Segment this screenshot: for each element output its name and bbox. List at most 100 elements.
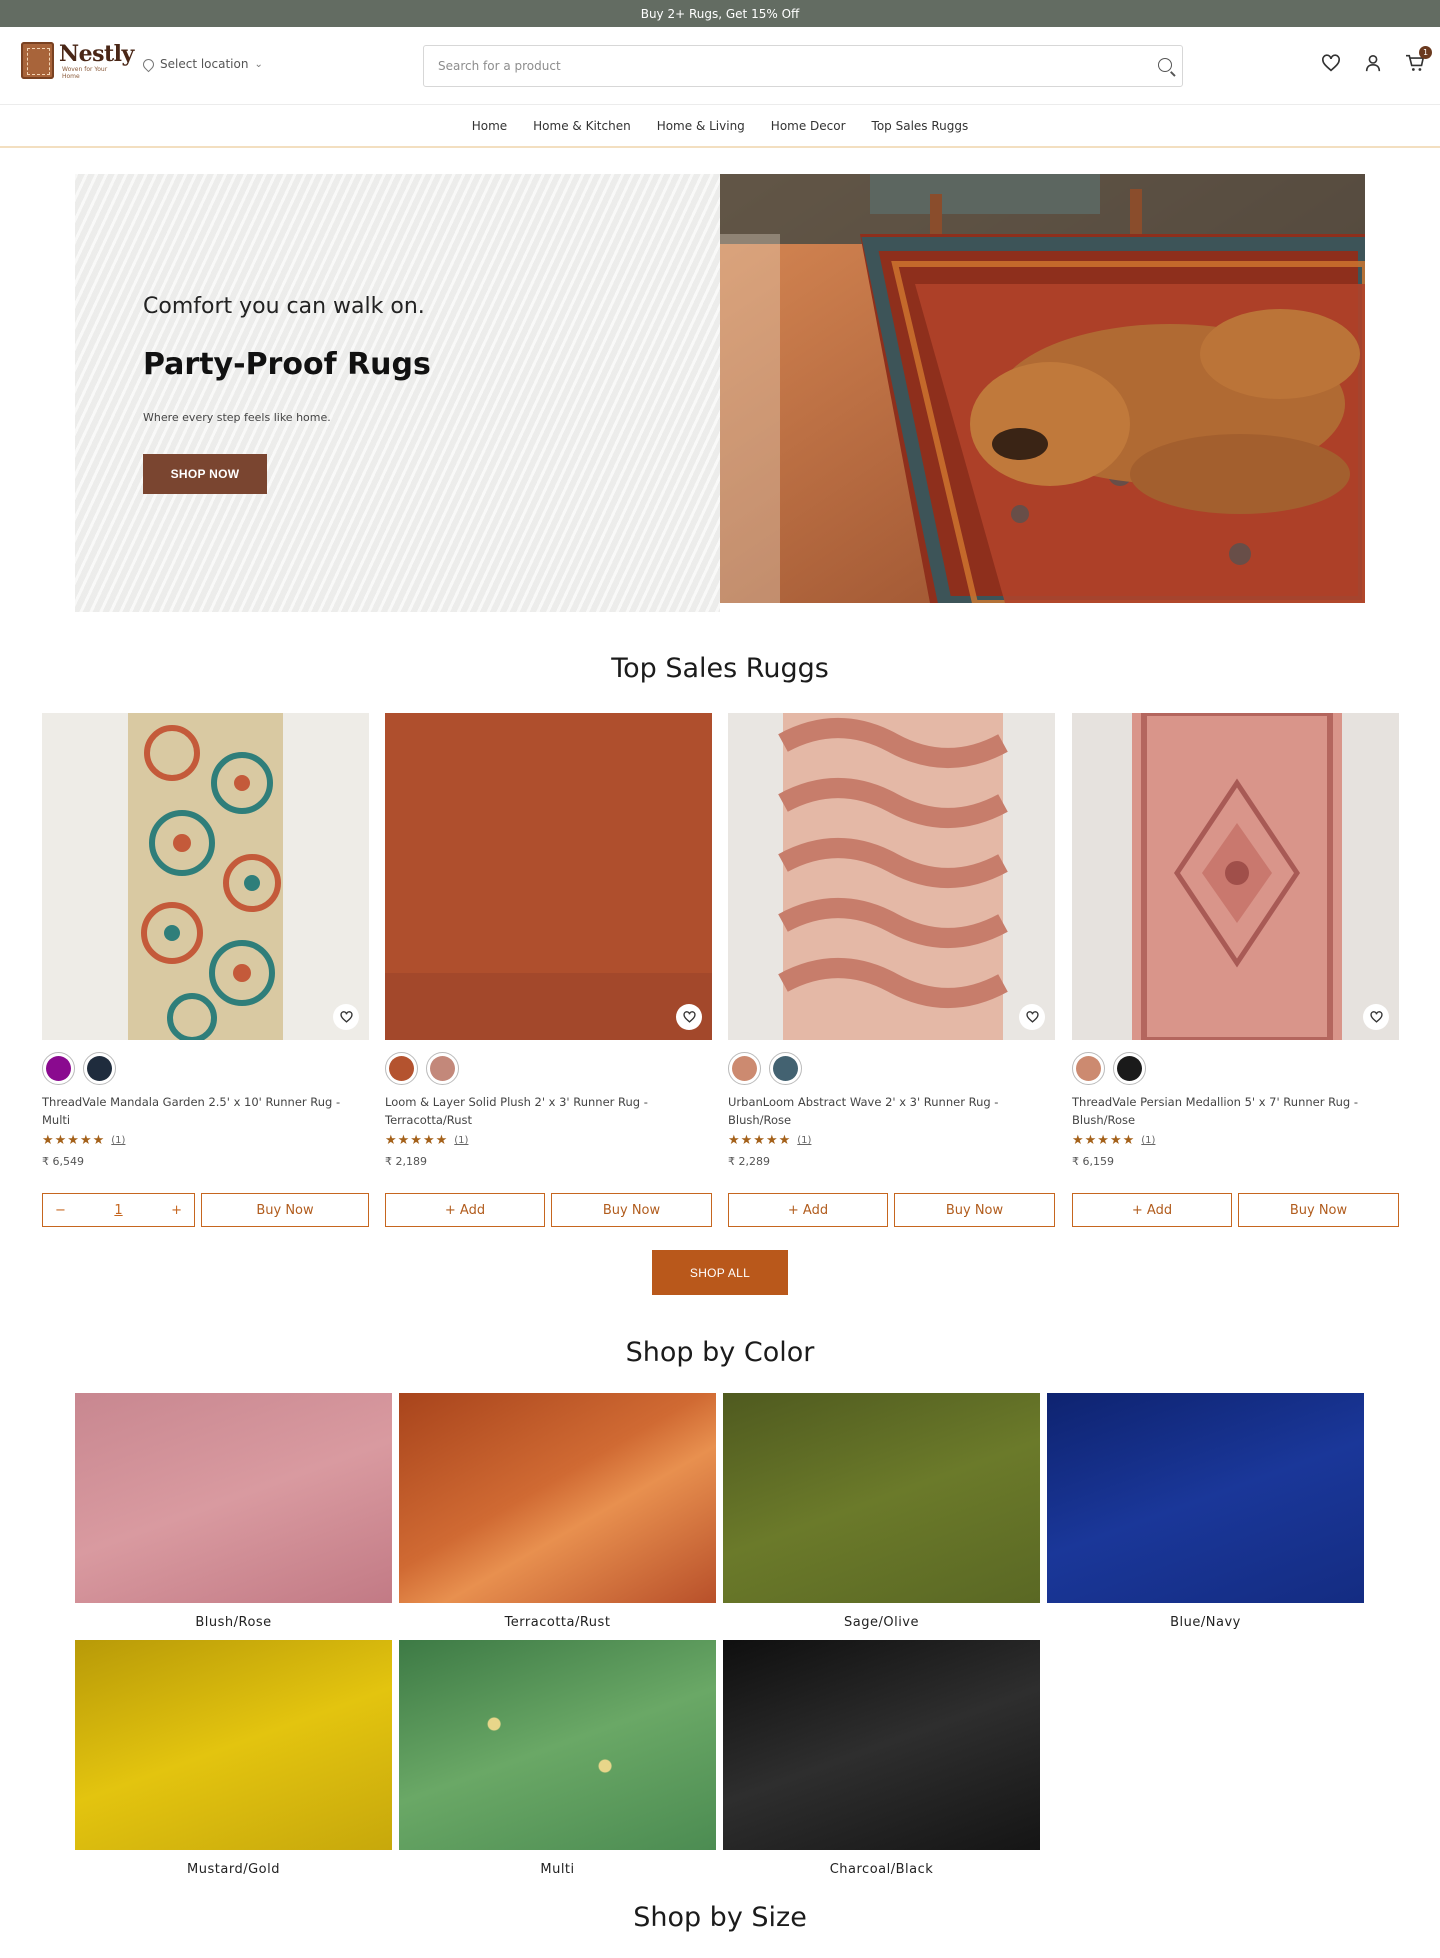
hero-kicker: Comfort you can walk on. <box>143 294 425 319</box>
product-card: ThreadVale Persian Medallion 5' x 7' Run… <box>1072 713 1399 1168</box>
rating-count[interactable]: (1) <box>111 1135 125 1146</box>
shop-by-size-title: Shop by Size <box>633 1902 807 1933</box>
nav-home-living[interactable]: Home & Living <box>657 119 745 133</box>
star-rating-icons: ★★★★★ <box>42 1133 106 1148</box>
wishlist-heart-icon[interactable] <box>676 1004 702 1030</box>
color-tile-sage-olive[interactable]: Sage/Olive <box>723 1393 1040 1630</box>
multi-floral-fabric-image <box>399 1640 716 1850</box>
add-to-cart-button[interactable]: + Add <box>1072 1193 1232 1227</box>
product-price: ₹ 2,289 <box>728 1155 770 1168</box>
product-card: UrbanLoom Abstract Wave 2' x 3' Runner R… <box>728 713 1055 1168</box>
mustard-fabric-image <box>75 1640 392 1850</box>
rating-count[interactable]: (1) <box>797 1135 811 1146</box>
qty-minus-button[interactable]: − <box>55 1203 66 1218</box>
wishlist-heart-icon[interactable] <box>1019 1004 1045 1030</box>
announcement-bar: Buy 2+ Rugs, Get 15% Off <box>0 0 1440 27</box>
product-image-abstract-wave[interactable] <box>728 713 1055 1040</box>
product-name[interactable]: Loom & Layer Solid Plush 2' x 3' Runner … <box>385 1093 712 1129</box>
color-label: Mustard/Gold <box>187 1862 280 1877</box>
buy-now-button[interactable]: Buy Now <box>894 1193 1055 1227</box>
star-rating-icons: ★★★★★ <box>728 1133 792 1148</box>
account-user-icon[interactable] <box>1362 52 1384 74</box>
color-tile-multi[interactable]: Multi <box>399 1640 716 1877</box>
product-name[interactable]: ThreadVale Persian Medallion 5' x 7' Run… <box>1072 1093 1399 1129</box>
nav-home[interactable]: Home <box>472 119 507 133</box>
rug-logo-icon <box>21 42 54 79</box>
navy-fabric-image <box>1047 1393 1364 1603</box>
nav-home-decor[interactable]: Home Decor <box>771 119 846 133</box>
color-swatch[interactable] <box>769 1052 802 1085</box>
buy-now-button[interactable]: Buy Now <box>201 1193 369 1227</box>
color-swatch[interactable] <box>426 1052 459 1085</box>
qty-plus-button[interactable]: + <box>171 1203 182 1218</box>
quantity-stepper: − 1 + <box>42 1193 195 1227</box>
cart-icon[interactable]: 1 <box>1404 46 1432 74</box>
nav-home-kitchen[interactable]: Home & Kitchen <box>533 119 631 133</box>
rating-count[interactable]: (1) <box>1141 1135 1155 1146</box>
shop-now-button[interactable]: SHOP NOW <box>143 454 267 494</box>
search-input[interactable] <box>424 46 1124 86</box>
search-icon[interactable] <box>1158 58 1172 72</box>
rating-count[interactable]: (1) <box>454 1135 468 1146</box>
logo-name: Nestly <box>59 41 134 67</box>
color-tile-charcoal-black[interactable]: Charcoal/Black <box>723 1640 1040 1877</box>
product-actions: + Add Buy Now <box>728 1193 1055 1227</box>
color-label: Charcoal/Black <box>829 1862 934 1877</box>
logo-tagline: Woven for Your Home <box>62 66 108 80</box>
product-rating: ★★★★★ (1) <box>728 1133 1055 1148</box>
product-image-solid-plush[interactable] <box>385 713 712 1040</box>
color-swatch[interactable] <box>83 1052 116 1085</box>
color-tile-mustard-gold[interactable]: Mustard/Gold <box>75 1640 392 1877</box>
site-header: Nestly Woven for Your Home Select locati… <box>0 27 1440 105</box>
product-name[interactable]: ThreadVale Mandala Garden 2.5' x 10' Run… <box>42 1093 369 1129</box>
shop-by-color-title: Shop by Color <box>625 1337 815 1368</box>
cart-count-badge: 1 <box>1419 46 1432 59</box>
buy-now-button[interactable]: Buy Now <box>551 1193 712 1227</box>
main-nav: Home Home & Kitchen Home & Living Home D… <box>0 106 1440 148</box>
product-actions: + Add Buy Now <box>385 1193 712 1227</box>
color-tile-terracotta-rust[interactable]: Terracotta/Rust <box>399 1393 716 1630</box>
terracotta-fabric-image <box>399 1393 716 1603</box>
shop-all-button[interactable]: SHOP ALL <box>652 1250 788 1295</box>
color-swatch[interactable] <box>728 1052 761 1085</box>
wishlist-heart-icon[interactable] <box>1363 1004 1389 1030</box>
hero-text-panel: Comfort you can walk on. Party-Proof Rug… <box>75 174 720 612</box>
logo[interactable]: Nestly Woven for Your Home <box>21 42 134 80</box>
product-rating: ★★★★★ (1) <box>1072 1133 1399 1148</box>
color-tile-blush-rose[interactable]: Blush/Rose <box>75 1393 392 1630</box>
color-label: Sage/Olive <box>844 1615 919 1630</box>
color-label: Blush/Rose <box>195 1615 272 1630</box>
hero-subtitle: Where every step feels like home. <box>143 411 331 424</box>
product-actions: − 1 + Buy Now <box>42 1193 369 1227</box>
blush-fabric-image <box>75 1393 392 1603</box>
charcoal-fabric-image <box>723 1640 1040 1850</box>
wishlist-heart-icon[interactable] <box>333 1004 359 1030</box>
location-label: Select location <box>160 57 249 71</box>
search-bar <box>423 45 1183 87</box>
hero-title: Party-Proof Rugs <box>143 347 431 382</box>
color-label: Multi <box>540 1862 575 1877</box>
olive-fabric-image <box>723 1393 1040 1603</box>
color-swatch[interactable] <box>1072 1052 1105 1085</box>
location-selector[interactable]: Select location ⌄ <box>140 56 263 72</box>
buy-now-button[interactable]: Buy Now <box>1238 1193 1399 1227</box>
location-pin-icon <box>140 56 157 72</box>
nav-top-sales-ruggs[interactable]: Top Sales Ruggs <box>872 119 969 133</box>
color-tile-blue-navy[interactable]: Blue/Navy <box>1047 1393 1364 1630</box>
add-to-cart-button[interactable]: + Add <box>728 1193 888 1227</box>
product-price: ₹ 6,159 <box>1072 1155 1114 1168</box>
product-name[interactable]: UrbanLoom Abstract Wave 2' x 3' Runner R… <box>728 1093 1055 1129</box>
product-actions: + Add Buy Now <box>1072 1193 1399 1227</box>
wishlist-heart-icon[interactable] <box>1320 52 1342 74</box>
color-label: Terracotta/Rust <box>504 1615 611 1630</box>
color-swatch[interactable] <box>1113 1052 1146 1085</box>
product-image-persian-medallion[interactable] <box>1072 713 1399 1040</box>
add-to-cart-button[interactable]: + Add <box>385 1193 545 1227</box>
product-price: ₹ 6,549 <box>42 1155 84 1168</box>
color-swatch[interactable] <box>385 1052 418 1085</box>
product-card: ThreadVale Mandala Garden 2.5' x 10' Run… <box>42 713 369 1168</box>
qty-value[interactable]: 1 <box>114 1203 122 1218</box>
product-card: Loom & Layer Solid Plush 2' x 3' Runner … <box>385 713 712 1168</box>
color-swatch[interactable] <box>42 1052 75 1085</box>
product-image-mandala-runner[interactable] <box>42 713 369 1040</box>
